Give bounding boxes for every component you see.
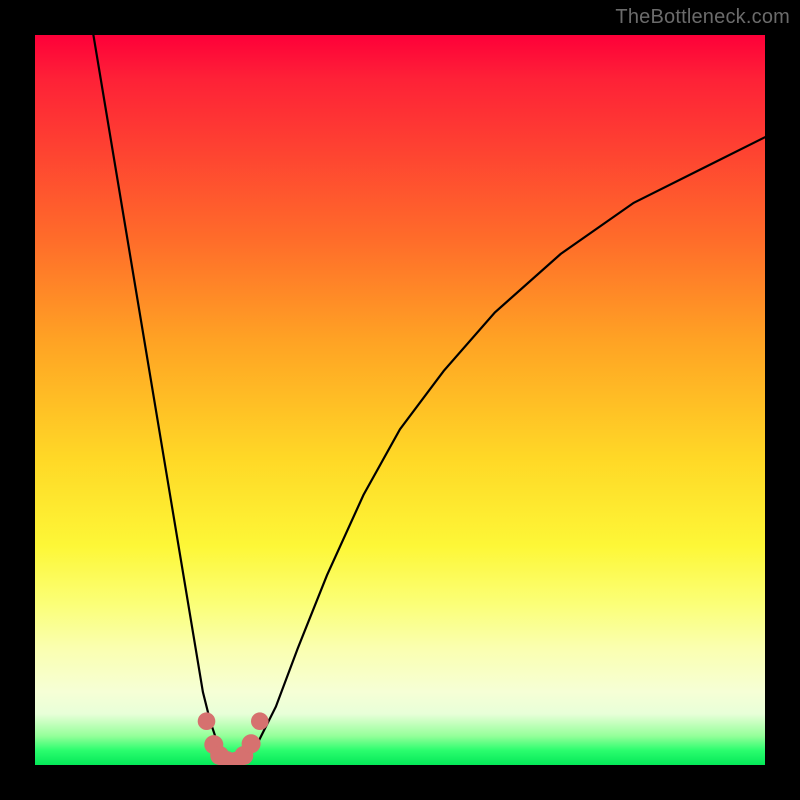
plot-area: [35, 35, 765, 765]
watermark-text: TheBottleneck.com: [615, 6, 790, 29]
marker-dot: [242, 734, 261, 753]
marker-dot: [198, 712, 216, 730]
chart-frame: TheBottleneck.com: [0, 0, 800, 800]
marker-dot: [251, 712, 269, 730]
bottleneck-curve: [35, 35, 765, 765]
curve-path: [93, 35, 765, 765]
marker-group: [198, 712, 269, 765]
